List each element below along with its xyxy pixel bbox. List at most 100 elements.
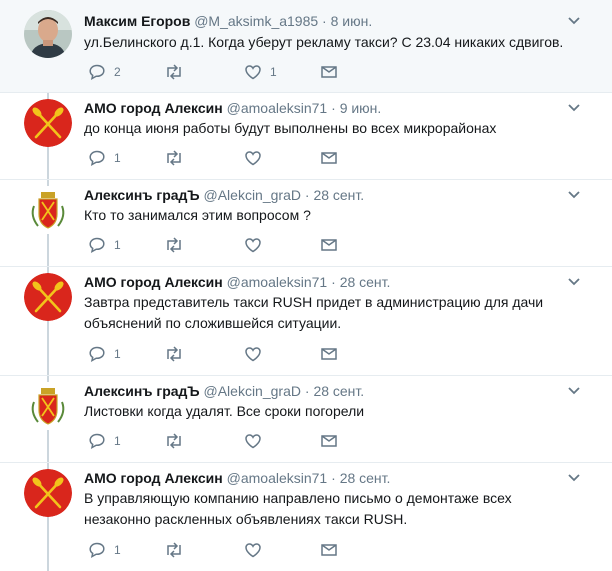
chevron-down-icon[interactable] <box>567 384 581 398</box>
like-button[interactable] <box>244 540 270 560</box>
display-name[interactable]: АМО город Алексин <box>84 470 223 486</box>
user-handle[interactable]: @amoaleksin71 <box>227 470 328 486</box>
tweet-text-line: В управляющую компанию направлено письмо… <box>84 490 512 506</box>
tweet-header: АМО город Алексин @amoaleksin71 · 28 сен… <box>84 274 391 290</box>
coat-of-arms-avatar[interactable] <box>24 186 72 234</box>
oars-emblem-avatar[interactable] <box>24 273 72 321</box>
heart-icon <box>245 151 261 166</box>
retweet-button[interactable] <box>164 344 192 364</box>
user-handle[interactable]: @M_aksimk_a1985 <box>194 13 318 29</box>
heart-icon <box>245 543 261 558</box>
coat-of-arms-avatar[interactable] <box>24 382 72 430</box>
retweet-button[interactable] <box>164 540 192 560</box>
retweet-button[interactable] <box>164 148 192 168</box>
chevron-down-icon[interactable] <box>567 188 581 202</box>
timestamp[interactable]: 8 июн. <box>331 13 373 29</box>
like-button[interactable] <box>244 431 270 451</box>
like-button[interactable]: 1 <box>244 62 277 82</box>
timestamp[interactable]: 28 сент. <box>340 470 391 486</box>
tweet-text-line: объяснений по сложившейся ситуации. <box>84 315 342 331</box>
display-name[interactable]: АМО город Алексин <box>84 274 223 290</box>
timestamp[interactable]: 28 сент. <box>313 383 364 399</box>
reply-count: 1 <box>114 151 121 165</box>
reply-count: 2 <box>114 65 121 79</box>
timestamp[interactable]: 28 сент. <box>313 187 364 203</box>
display-name[interactable]: Максим Егоров <box>84 13 190 29</box>
tweet[interactable]: АМО город Алексин @amoaleksin71 · 28 сен… <box>0 267 612 375</box>
reply-button[interactable]: 1 <box>88 235 121 255</box>
tweet[interactable]: АМО город Алексин @amoaleksin71 · 9 июн.… <box>0 93 612 179</box>
reply-count: 1 <box>114 238 121 252</box>
reply-count: 1 <box>114 543 121 557</box>
reply-button[interactable]: 1 <box>88 431 121 451</box>
chevron-down-icon[interactable] <box>567 471 581 485</box>
tweet-header: АМО город Алексин @amoaleksin71 · 9 июн. <box>84 100 382 116</box>
tweet-text: В управляющую компанию направлено письмо… <box>84 488 584 530</box>
reply-icon <box>89 433 105 449</box>
envelope-icon <box>321 544 337 556</box>
message-button[interactable] <box>320 235 338 255</box>
envelope-icon <box>321 348 337 360</box>
reply-button[interactable]: 1 <box>88 540 121 560</box>
retweet-icon <box>167 150 181 166</box>
like-count: 1 <box>270 65 277 79</box>
reply-icon <box>89 542 105 558</box>
envelope-icon <box>321 66 337 78</box>
oars-emblem-avatar[interactable] <box>24 99 72 147</box>
tweet[interactable]: АМО город Алексин @amoaleksin71 · 28 сен… <box>0 463 612 571</box>
chevron-down-icon[interactable] <box>567 101 581 115</box>
tweet-header: АМО город Алексин @amoaleksin71 · 28 сен… <box>84 470 391 486</box>
tweet-actions: 1 <box>84 235 344 255</box>
reply-button[interactable]: 1 <box>88 148 121 168</box>
envelope-icon <box>321 152 337 164</box>
like-button[interactable] <box>244 235 270 255</box>
user-handle[interactable]: @Alekcin_graD <box>204 187 301 203</box>
display-name[interactable]: АМО город Алексин <box>84 100 223 116</box>
user-handle[interactable]: @amoaleksin71 <box>227 100 328 116</box>
user-handle[interactable]: @amoaleksin71 <box>227 274 328 290</box>
message-button[interactable] <box>320 148 338 168</box>
reply-button[interactable]: 2 <box>88 62 121 82</box>
reply-icon <box>89 237 105 253</box>
user-handle[interactable]: @Alekcin_graD <box>204 383 301 399</box>
timestamp[interactable]: 28 сент. <box>340 274 391 290</box>
envelope-icon <box>321 435 337 447</box>
tweet-header: Алексинъ градЪ @Alekcin_graD · 28 сент. <box>84 187 365 203</box>
tweet-header: Алексинъ градЪ @Alekcin_graD · 28 сент. <box>84 383 365 399</box>
oars-emblem-avatar[interactable] <box>24 469 72 517</box>
message-button[interactable] <box>320 540 338 560</box>
tweet-actions: 1 <box>84 148 344 168</box>
retweet-button[interactable] <box>164 431 192 451</box>
retweet-button[interactable] <box>164 62 192 82</box>
reply-button[interactable]: 1 <box>88 344 121 364</box>
heart-icon <box>245 434 261 449</box>
like-button[interactable] <box>244 344 270 364</box>
tweet-text: Листовки когда удалят. Все сроки погорел… <box>84 403 365 419</box>
chevron-down-icon[interactable] <box>567 275 581 289</box>
tweet[interactable]: Максим Егоров @M_aksimk_a1985 · 8 июн. у… <box>0 0 612 92</box>
message-button[interactable] <box>320 344 338 364</box>
reply-icon <box>89 346 105 362</box>
like-button[interactable] <box>244 148 270 168</box>
display-name[interactable]: Алексинъ градЪ <box>84 187 200 203</box>
retweet-icon <box>167 237 181 253</box>
tweet-header: Максим Егоров @M_aksimk_a1985 · 8 июн. <box>84 13 373 29</box>
tweet-text: Завтра представитель такси RUSH придет в… <box>84 292 584 334</box>
reply-icon <box>89 150 105 166</box>
tweet-actions: 1 <box>84 540 344 560</box>
timestamp[interactable]: 9 июн. <box>340 100 382 116</box>
reply-icon <box>89 64 105 80</box>
tweet-text-line: незаконно раскленных объявлениях такси R… <box>84 511 408 527</box>
tweet-text-line: Завтра представитель такси RUSH придет в… <box>84 294 544 310</box>
user-photo-avatar[interactable] <box>24 10 72 58</box>
display-name[interactable]: Алексинъ градЪ <box>84 383 200 399</box>
retweet-button[interactable] <box>164 235 192 255</box>
reply-count: 1 <box>114 347 121 361</box>
message-button[interactable] <box>320 431 338 451</box>
tweet-text: Кто то занимался этим вопросом ? <box>84 207 311 223</box>
tweet-actions: 2 1 <box>84 62 344 82</box>
chevron-down-icon[interactable] <box>567 14 581 28</box>
message-button[interactable] <box>320 62 338 82</box>
tweet[interactable]: Алексинъ градЪ @Alekcin_graD · 28 сент. … <box>0 180 612 266</box>
tweet[interactable]: Алексинъ градЪ @Alekcin_graD · 28 сент. … <box>0 376 612 462</box>
